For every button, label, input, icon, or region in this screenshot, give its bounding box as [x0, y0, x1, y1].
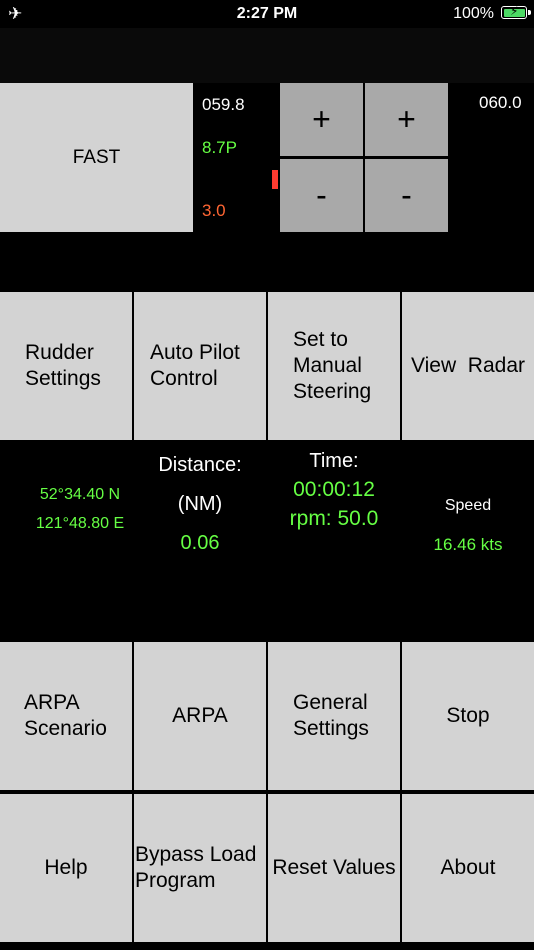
general-settings-button[interactable]: General Settings [268, 642, 400, 790]
battery-charging-icon: ⚡ [501, 4, 527, 19]
distance-unit: (NM) [177, 493, 223, 515]
help-button[interactable]: Help [0, 794, 132, 942]
reset-values-button[interactable]: Reset Values [268, 794, 400, 942]
speed-label: Speed [444, 497, 492, 514]
about-button[interactable]: About [402, 794, 534, 942]
manual-steering-button[interactable]: Set to Manual Steering [268, 292, 400, 440]
stop-button[interactable]: Stop [402, 642, 534, 790]
time-label: Time: [309, 450, 359, 472]
speed-value: 16.46 kts [433, 535, 503, 554]
rudder-indicator [272, 170, 278, 189]
heading-minus-button[interactable]: - [280, 159, 363, 232]
rpm-value: rpm: 50.0 [289, 507, 379, 530]
bypass-load-button[interactable]: Bypass Load Program [134, 794, 266, 942]
view-radar-button[interactable]: View Radar [402, 292, 534, 440]
speed-plus-button[interactable]: + [365, 83, 448, 156]
turn-rate: 3.0 [202, 201, 226, 220]
distance-value: 0.06 [180, 532, 220, 554]
current-heading: 059.8 [202, 95, 245, 114]
distance-label: Distance: [158, 454, 242, 476]
speed-mode-button[interactable]: FAST [0, 83, 193, 232]
speed-minus-button[interactable]: - [365, 159, 448, 232]
heading-plus-button[interactable]: + [280, 83, 363, 156]
arpa-scenario-button[interactable]: ARPA Scenario [0, 642, 132, 790]
rudder-angle: 8.7P [202, 138, 237, 157]
status-bar: ✈ 2:27 PM 100% ⚡ [0, 0, 534, 28]
arpa-button[interactable]: ARPA [134, 642, 266, 790]
battery-percent: 100% [453, 5, 494, 22]
target-heading: 060.0 [479, 93, 522, 112]
elapsed-time: 00:00:12 [293, 478, 375, 501]
rudder-settings-button[interactable]: Rudder Settings [0, 292, 132, 440]
auto-pilot-button[interactable]: Auto Pilot Control [134, 292, 266, 440]
header-band [0, 28, 534, 83]
